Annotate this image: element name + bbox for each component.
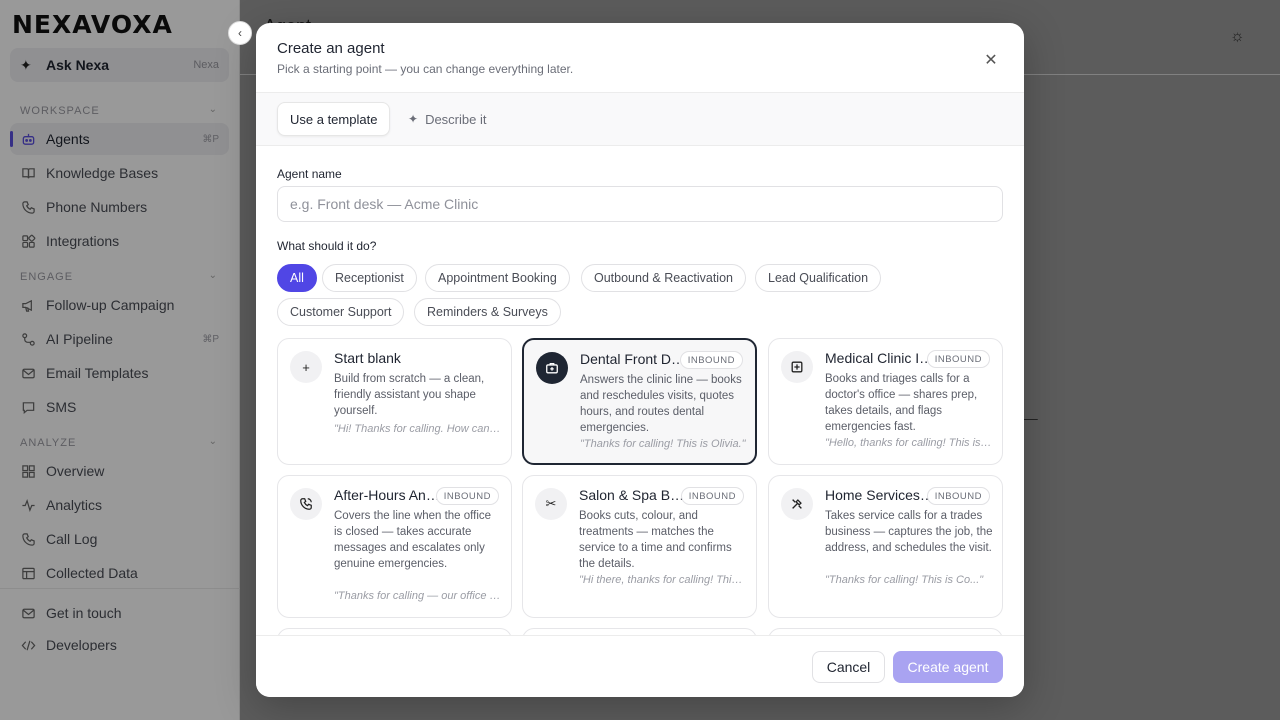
dialog-title: Create an agent (277, 40, 385, 57)
dialog-footer: Cancel Create agent (256, 635, 1024, 697)
card-title: Start blank (334, 350, 401, 366)
mode-tabs: Use a template ✦ Describe it (256, 92, 1024, 146)
inbound-badge: INBOUND (679, 351, 743, 369)
inbound-badge: INBOUND (680, 487, 744, 505)
card-sample-greeting: "Thanks for calling — our office is clos… (334, 590, 502, 602)
card-sample-greeting: "Hello, thanks for calling! This is..." (825, 437, 993, 449)
template-card-dental-front-desk[interactable]: Dental Front Desk INBOUND Answers the cl… (522, 338, 757, 465)
template-card-after-hours[interactable]: After-Hours Answering INBOUND Covers the… (277, 475, 512, 618)
medkit-icon (536, 352, 568, 384)
card-title: After-Hours Answering (334, 487, 444, 503)
tools-icon (781, 488, 813, 520)
tab-label: Use a template (290, 111, 378, 127)
filter-chip-customer-support[interactable]: Customer Support (277, 298, 405, 326)
tab-describe-it[interactable]: ✦ Describe it (396, 102, 498, 136)
tab-label: Describe it (425, 111, 487, 127)
template-card-start-blank[interactable]: + Start blank Build from scratch — a cle… (277, 338, 512, 465)
template-card-salon-spa[interactable]: ✂ Salon & Spa Booking INBOUND Books cuts… (522, 475, 757, 618)
agent-name-input[interactable] (277, 186, 1003, 222)
card-title: Home Services Dispatch (825, 487, 935, 503)
card-sample-greeting: "Hi! Thanks for calling. How can I help?… (334, 423, 502, 435)
card-description: Build from scratch — a clean, friendly a… (334, 373, 485, 417)
inbound-badge: INBOUND (926, 487, 990, 505)
template-card-home-services[interactable]: Home Services Dispatch INBOUND Takes ser… (768, 475, 1003, 618)
template-card[interactable] (768, 628, 1003, 635)
close-icon: ✕ (984, 52, 998, 69)
card-title: Medical Clinic Intake (825, 350, 935, 366)
phone-call-icon (290, 488, 322, 520)
filter-chip-outbound-reactivation[interactable]: Outbound & Reactivation (581, 264, 746, 292)
create-agent-dialog: Create an agent Pick a starting point — … (256, 23, 1024, 697)
card-title: Dental Front Desk (580, 351, 690, 367)
inbound-badge: INBOUND (435, 487, 499, 505)
template-card[interactable] (277, 628, 512, 635)
filter-chip-reminders-surveys[interactable]: Reminders & Surveys (414, 298, 561, 326)
card-description: Covers the line when the office is close… (334, 510, 492, 570)
card-sample-greeting: "Thanks for calling! This is Co..." (825, 574, 984, 586)
tab-use-template[interactable]: Use a template (277, 102, 391, 136)
template-card[interactable] (522, 628, 757, 635)
filter-chip-all[interactable]: All (277, 264, 317, 292)
card-sample-greeting: "Thanks for calling! This is Olivia." (580, 438, 746, 450)
card-sample-greeting: "Hi there, thanks for calling! This is..… (579, 574, 747, 586)
agent-name-label: Agent name (277, 167, 342, 181)
sparkle-icon: ✦ (408, 112, 419, 126)
card-description: Books and triages calls for a doctor's o… (825, 373, 978, 433)
chevron-left-icon: ‹ (238, 26, 242, 40)
dialog-body[interactable]: Agent name What should it do? All Recept… (256, 147, 1024, 635)
card-description: Answers the clinic line — books and resc… (580, 374, 742, 434)
card-title: Salon & Spa Booking (579, 487, 689, 503)
filter-chip-lead-qualification[interactable]: Lead Qualification (755, 264, 882, 292)
filter-chip-receptionist[interactable]: Receptionist (322, 264, 417, 292)
plus-icon: + (290, 351, 322, 383)
template-card-medical-clinic[interactable]: Medical Clinic Intake INBOUND Books and … (768, 338, 1003, 465)
card-description: Books cuts, colour, and treatments — mat… (579, 510, 732, 570)
dialog-subtitle: Pick a starting point — you can change e… (277, 62, 574, 76)
collapse-sidebar-button[interactable]: ‹ (228, 21, 252, 45)
inbound-badge: INBOUND (926, 350, 990, 368)
card-description: Takes service calls for a trades busines… (825, 510, 993, 554)
scissors-icon: ✂ (535, 488, 567, 520)
filter-chip-appointment-booking[interactable]: Appointment Booking (425, 264, 570, 292)
purpose-label: What should it do? (277, 239, 377, 253)
create-agent-button[interactable]: Create agent (893, 651, 1003, 683)
close-button[interactable]: ✕ (980, 49, 1002, 71)
medical-plus-icon (781, 351, 813, 383)
cancel-button[interactable]: Cancel (812, 651, 885, 683)
